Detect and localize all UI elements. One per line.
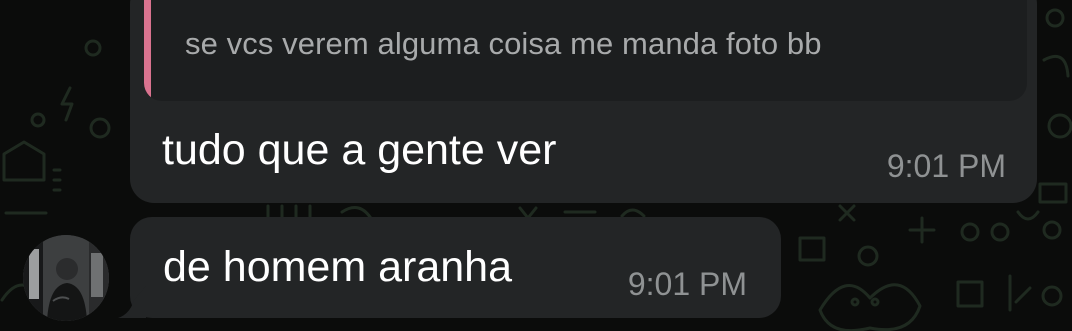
message-text: de homem aranha (163, 243, 512, 291)
message-bubble[interactable]: de homem aranha 9:01 PM (130, 217, 781, 318)
message-text: tudo que a gente ver (162, 126, 557, 174)
quoted-message[interactable]: se vcs verem alguma coisa me manda foto … (144, 0, 1027, 101)
bubble-tail (118, 286, 146, 318)
sender-avatar[interactable] (23, 235, 109, 321)
quote-accent-bar (144, 0, 151, 101)
message-timestamp: 9:01 PM (886, 148, 1006, 184)
quoted-message-text: se vcs verem alguma coisa me manda foto … (185, 26, 822, 61)
message-timestamp: 9:01 PM (627, 266, 747, 302)
user-photo-avatar-icon (23, 235, 109, 321)
message-bubble-reply[interactable]: se vcs verem alguma coisa me manda foto … (130, 0, 1037, 203)
